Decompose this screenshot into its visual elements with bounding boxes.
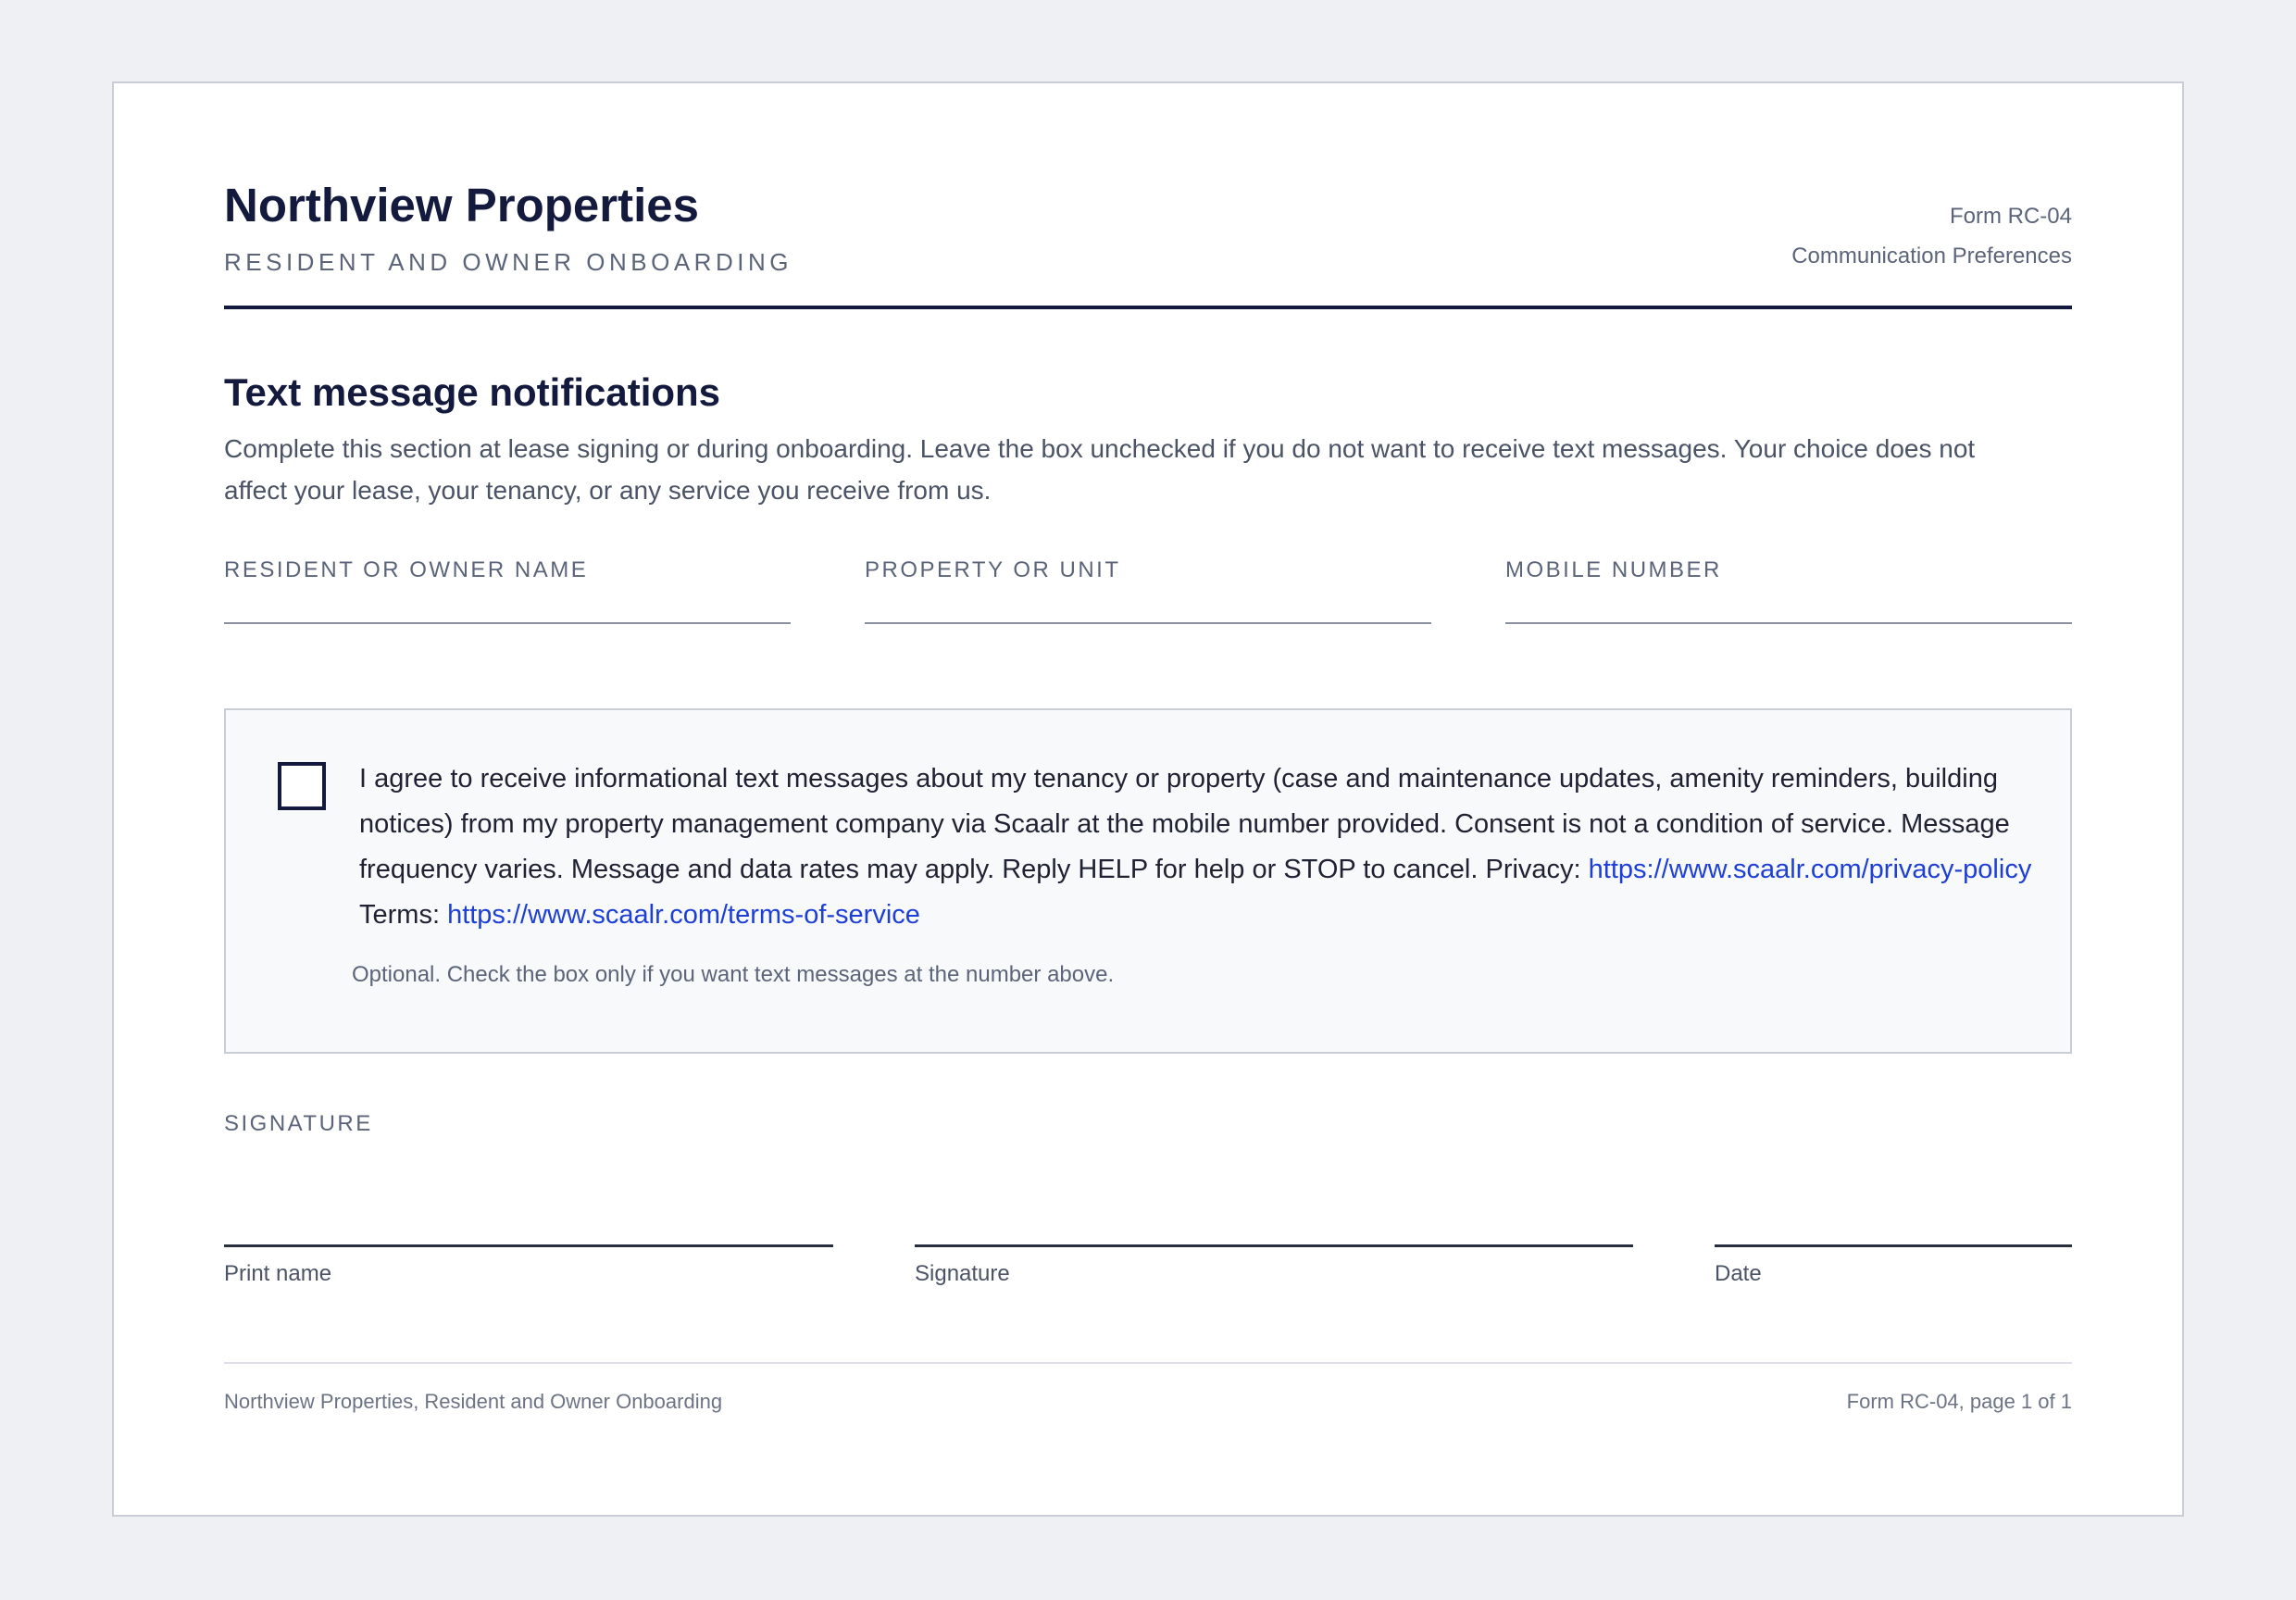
section-title: Text message notifications — [224, 370, 721, 414]
signature-field[interactable]: Signature — [915, 1244, 1633, 1287]
resident-name-label: RESIDENT OR OWNER NAME — [224, 557, 589, 582]
footer-page-number: Form RC-04, page 1 of 1 — [1846, 1390, 2072, 1413]
date-label: Date — [1715, 1261, 1762, 1286]
property-unit-input-line[interactable] — [865, 622, 1431, 624]
signature-line[interactable] — [915, 1244, 1633, 1247]
property-unit-field[interactable]: PROPERTY OR UNIT — [865, 557, 1431, 624]
sms-consent-box: I agree to receive informational text me… — [224, 708, 2072, 1054]
consent-hint: Optional. Check the box only if you want… — [352, 962, 1115, 987]
form-page: Northview Properties RESIDENT AND OWNER … — [112, 81, 2184, 1517]
print-name-field[interactable]: Print name — [224, 1244, 833, 1287]
sms-consent-checkbox[interactable] — [278, 762, 326, 810]
signature-heading: SIGNATURE — [224, 1111, 373, 1136]
print-name-label: Print name — [224, 1261, 332, 1286]
sms-consent-text: I agree to receive informational text me… — [359, 756, 2035, 938]
header-divider — [224, 306, 2072, 309]
signature-label: Signature — [915, 1261, 1010, 1286]
mobile-number-input-line[interactable] — [1505, 622, 2072, 624]
section-description: Complete this section at lease signing o… — [224, 434, 1976, 505]
date-field[interactable]: Date — [1715, 1244, 2072, 1287]
resident-name-field[interactable]: RESIDENT OR OWNER NAME — [224, 557, 791, 624]
footer-divider — [224, 1362, 2072, 1364]
terms-label: Terms: — [359, 900, 448, 930]
form-id: Form RC-04 — [1949, 204, 2072, 229]
mobile-number-field[interactable]: MOBILE NUMBER — [1505, 557, 2072, 624]
privacy-policy-link[interactable]: https://www.scaalr.com/privacy-policy — [1589, 855, 2032, 884]
mobile-number-label: MOBILE NUMBER — [1505, 557, 1722, 582]
terms-of-service-link[interactable]: https://www.scaalr.com/terms-of-service — [447, 900, 920, 930]
date-line[interactable] — [1715, 1244, 2072, 1247]
footer-company-text: Northview Properties, Resident and Owner… — [224, 1390, 723, 1413]
company-name: Northview Properties — [224, 179, 699, 231]
property-unit-label: PROPERTY OR UNIT — [865, 557, 1121, 582]
form-description: Communication Preferences — [1791, 244, 2072, 269]
form-subtitle: RESIDENT AND OWNER ONBOARDING — [224, 248, 792, 276]
form-content: Northview Properties RESIDENT AND OWNER … — [224, 83, 2072, 1515]
print-name-line[interactable] — [224, 1244, 833, 1247]
resident-name-input-line[interactable] — [224, 622, 791, 624]
